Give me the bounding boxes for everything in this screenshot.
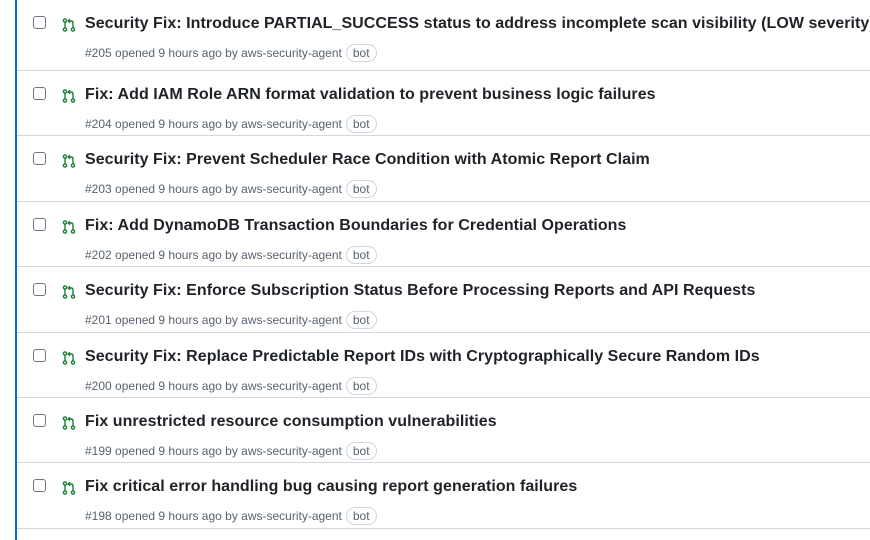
select-checkbox[interactable] — [33, 87, 46, 100]
author-link[interactable]: aws-security-agent — [241, 509, 342, 523]
author-link[interactable]: aws-security-agent — [241, 117, 342, 131]
pull-request-title[interactable]: Security Fix: Introduce PARTIAL_SUCCESS … — [85, 15, 870, 33]
pull-request-row: Security Fix: Introduce PARTIAL_SUCCESS … — [17, 0, 870, 71]
pull-request-row: Fix critical error handling bug causing … — [17, 463, 870, 529]
opened-text: opened 9 hours ago by — [115, 378, 238, 393]
pull-request-meta: #204 opened 9 hours ago by aws-security-… — [85, 115, 377, 133]
opened-text: opened 9 hours ago by — [115, 313, 238, 328]
pull-request-number[interactable]: #202 — [85, 248, 112, 262]
author-link[interactable]: aws-security-agent — [241, 379, 342, 393]
author-link[interactable]: aws-security-agent — [241, 46, 342, 60]
pull-request-number[interactable]: #199 — [85, 444, 112, 458]
pull-request-meta: #199 opened 9 hours ago by aws-security-… — [85, 441, 377, 460]
select-checkbox[interactable] — [33, 283, 46, 297]
pull-request-number[interactable]: #198 — [85, 509, 112, 523]
pull-request-meta: #198 opened 9 hours ago by aws-security-… — [85, 507, 377, 526]
pull-request-meta: #202 opened 9 hours ago by aws-security-… — [85, 245, 377, 264]
open-pull-request-icon — [62, 350, 76, 365]
bot-badge: bot — [345, 507, 377, 526]
bot-badge: bot — [345, 441, 377, 460]
pull-request-title[interactable]: Fix critical error handling bug causing … — [85, 478, 577, 496]
bot-badge: bot — [345, 115, 377, 133]
select-checkbox[interactable] — [33, 479, 46, 493]
open-pull-request-icon — [62, 18, 76, 32]
pull-request-number[interactable]: #201 — [85, 313, 112, 327]
pull-request-row: Fix: Add IAM Role ARN format validation … — [17, 71, 870, 137]
pull-request-title[interactable]: Security Fix: Enforce Subscription Statu… — [85, 282, 755, 300]
bot-badge: bot — [345, 311, 377, 330]
opened-text: opened 9 hours ago by — [115, 247, 238, 262]
opened-text: opened 9 hours ago by — [115, 117, 238, 131]
author-link[interactable]: aws-security-agent — [241, 182, 342, 196]
bot-badge: bot — [345, 245, 377, 264]
author-link[interactable]: aws-security-agent — [241, 313, 342, 327]
pull-request-meta: #203 opened 9 hours ago by aws-security-… — [85, 180, 377, 199]
pull-request-number[interactable]: #200 — [85, 379, 112, 393]
opened-text: opened 9 hours ago by — [115, 509, 238, 524]
open-pull-request-icon — [62, 89, 76, 103]
pull-request-list: Security Fix: Introduce PARTIAL_SUCCESS … — [15, 0, 870, 540]
pull-request-meta: #200 opened 9 hours ago by aws-security-… — [85, 376, 377, 395]
pull-request-title[interactable]: Fix unrestricted resource consumption vu… — [85, 413, 497, 431]
opened-text: opened 9 hours ago by — [115, 46, 238, 60]
pull-request-title[interactable]: Fix: Add IAM Role ARN format validation … — [85, 86, 656, 104]
pull-request-title[interactable]: Fix: Add DynamoDB Transaction Boundaries… — [85, 217, 626, 235]
select-checkbox[interactable] — [33, 348, 46, 362]
pull-request-title[interactable]: Security Fix: Prevent Scheduler Race Con… — [85, 151, 650, 169]
pull-request-meta: #201 opened 9 hours ago by aws-security-… — [85, 311, 377, 330]
author-link[interactable]: aws-security-agent — [241, 248, 342, 262]
pull-request-row: Security Fix: Prevent Scheduler Race Con… — [17, 136, 870, 202]
open-pull-request-icon — [62, 285, 76, 299]
author-link[interactable]: aws-security-agent — [241, 444, 342, 458]
bot-badge: bot — [345, 376, 377, 395]
open-pull-request-icon — [62, 154, 76, 169]
pull-request-row: Fix: Add DynamoDB Transaction Boundaries… — [17, 202, 870, 268]
pull-request-row: Fix unrestricted resource consumption vu… — [17, 398, 870, 464]
open-pull-request-icon — [62, 481, 76, 496]
opened-text: opened 9 hours ago by — [115, 443, 238, 458]
pull-request-row: Security Fix: Enforce Subscription Statu… — [17, 267, 870, 333]
pull-request-row: Security Fix: Replace Predictable Report… — [17, 333, 870, 398]
pull-request-number[interactable]: #204 — [85, 117, 112, 131]
select-checkbox[interactable] — [33, 152, 46, 166]
bot-badge: bot — [345, 44, 377, 62]
pull-request-number[interactable]: #203 — [85, 182, 112, 196]
pull-request-number[interactable]: #205 — [85, 46, 112, 60]
select-checkbox[interactable] — [33, 413, 46, 427]
pull-request-title[interactable]: Security Fix: Replace Predictable Report… — [85, 348, 760, 366]
select-checkbox[interactable] — [33, 217, 46, 231]
open-pull-request-icon — [62, 416, 76, 430]
opened-text: opened 9 hours ago by — [115, 182, 238, 197]
open-pull-request-icon — [62, 219, 76, 234]
pull-request-meta: #205 opened 9 hours ago by aws-security-… — [85, 44, 377, 62]
bot-badge: bot — [345, 180, 377, 199]
select-checkbox[interactable] — [33, 16, 46, 29]
